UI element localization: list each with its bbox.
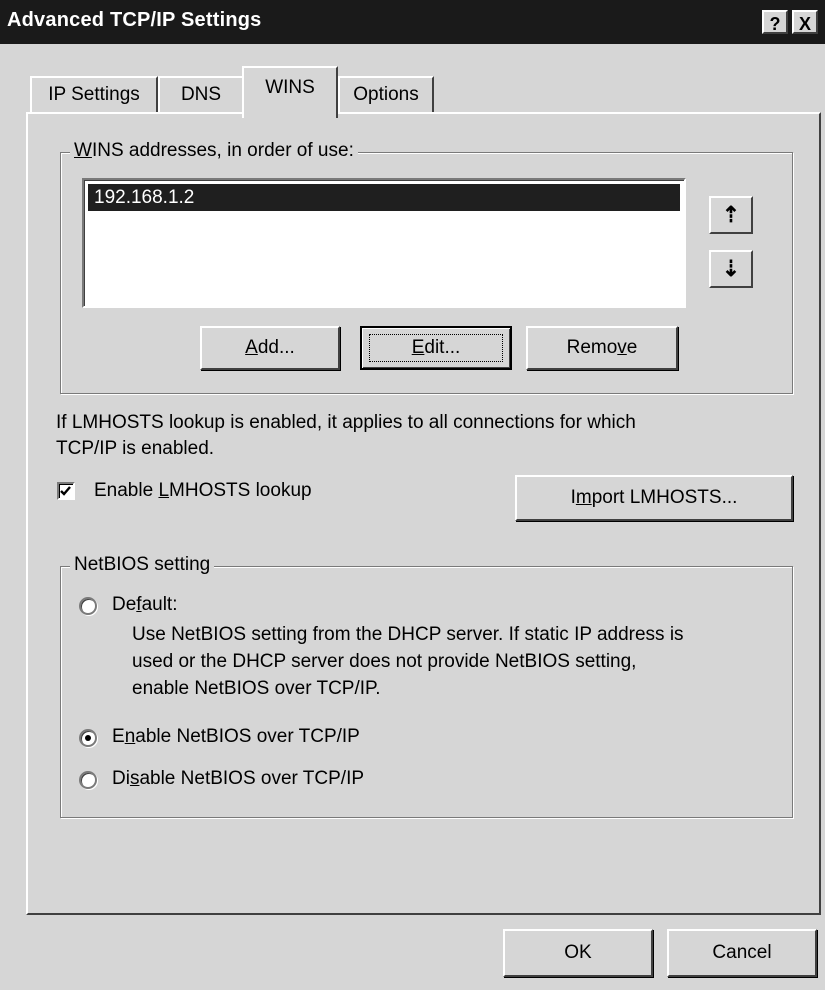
lmhosts-info-line2: TCP/IP is enabled.: [56, 438, 215, 459]
title-bar[interactable]: Advanced TCP/IP Settings ? X: [0, 0, 825, 44]
default-description-line1: Use NetBIOS setting from the DHCP server…: [132, 624, 684, 645]
tab-wins[interactable]: WINS: [242, 66, 338, 118]
disable-netbios-radio[interactable]: [79, 771, 97, 789]
tab-ip-settings[interactable]: IP Settings: [30, 76, 158, 114]
tab-dns[interactable]: DNS: [158, 76, 244, 114]
default-description-line2: used or the DHCP server does not provide…: [132, 651, 637, 672]
list-item[interactable]: 192.168.1.2: [88, 184, 680, 211]
enable-lmhosts-checkbox[interactable]: [57, 482, 75, 500]
default-radio-label[interactable]: Default:: [112, 594, 178, 616]
checkmark-icon: [60, 486, 71, 496]
move-up-button[interactable]: ⇡: [709, 196, 753, 234]
disable-netbios-label[interactable]: Disable NetBIOS over TCP/IP: [112, 768, 364, 790]
edit-button[interactable]: Edit...: [360, 326, 512, 370]
lmhosts-info-line1: If LMHOSTS lookup is enabled, it applies…: [56, 412, 636, 433]
add-button[interactable]: Add...: [200, 326, 340, 370]
focus-ring: [369, 334, 503, 362]
wins-address-list[interactable]: 192.168.1.2: [82, 178, 686, 308]
netbios-setting-label: NetBIOS setting: [70, 554, 215, 576]
default-description-line3: enable NetBIOS over TCP/IP.: [132, 678, 381, 699]
tab-options[interactable]: Options: [338, 76, 434, 114]
cancel-button[interactable]: Cancel: [667, 929, 817, 977]
close-button[interactable]: X: [792, 10, 818, 34]
enable-netbios-label[interactable]: Enable NetBIOS over TCP/IP: [112, 726, 360, 748]
enable-lmhosts-label[interactable]: Enable LMHOSTS lookup: [94, 480, 312, 502]
dialog-window: Advanced TCP/IP Settings ? X IP Settings…: [0, 0, 825, 990]
move-down-button[interactable]: ⇣: [709, 250, 753, 288]
default-radio[interactable]: [79, 597, 97, 615]
help-button[interactable]: ?: [762, 10, 788, 34]
up-arrow-icon: ⇡: [721, 202, 741, 227]
import-lmhosts-button[interactable]: Import LMHOSTS...: [515, 475, 793, 521]
radio-selected-dot: [85, 735, 91, 741]
remove-button[interactable]: Remove: [526, 326, 678, 370]
wins-addresses-label: WINS addresses, in order of use:: [70, 140, 358, 162]
enable-netbios-radio[interactable]: [79, 729, 97, 747]
down-arrow-icon: ⇣: [721, 256, 741, 281]
window-title: Advanced TCP/IP Settings: [7, 9, 262, 31]
ok-button[interactable]: OK: [503, 929, 653, 977]
